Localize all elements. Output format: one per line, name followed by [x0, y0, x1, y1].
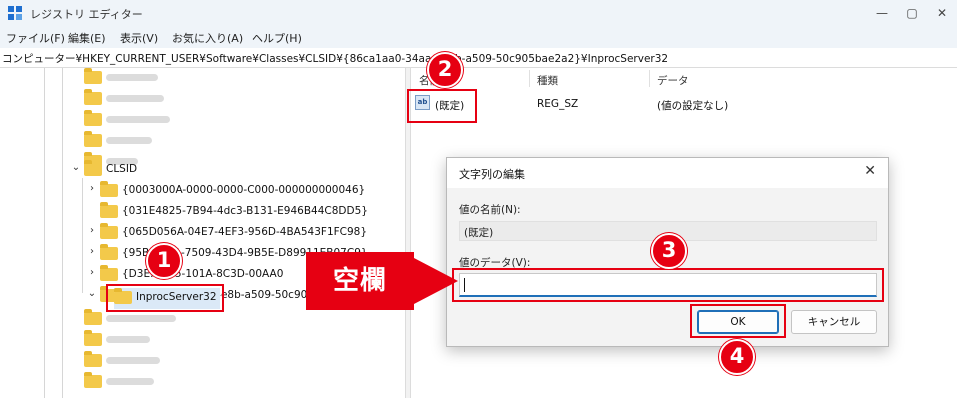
- tree-guide-line: [62, 68, 63, 398]
- menu-edit[interactable]: 編集(E): [68, 30, 106, 46]
- address-path[interactable]: コンピューター¥HKEY_CURRENT_USER¥Software¥Class…: [2, 51, 668, 66]
- chevron-right-icon[interactable]: ›: [86, 183, 98, 194]
- chevron-right-icon[interactable]: ›: [86, 225, 98, 236]
- tree-label-key: {0003000A-0000-0000-C000-000000000046}: [122, 184, 366, 196]
- column-header-type[interactable]: 種類: [537, 73, 558, 88]
- step-badge-3: 3: [651, 233, 687, 269]
- menu-help[interactable]: ヘルプ(H): [252, 30, 302, 46]
- key-tree-pane[interactable]: ⌄ CLSID › {0003000A-0000-0000-C000-00000…: [0, 68, 405, 398]
- value-type-cell: REG_SZ: [537, 98, 579, 110]
- blurred-label: [106, 137, 152, 144]
- menu-view[interactable]: 表示(V): [120, 30, 158, 46]
- registry-editor-icon: [8, 6, 22, 20]
- highlight-default-value: [407, 89, 477, 123]
- menu-file[interactable]: ファイル(F): [6, 30, 65, 46]
- chevron-right-icon[interactable]: ›: [86, 267, 98, 278]
- cancel-button[interactable]: キャンセル: [791, 310, 877, 334]
- highlight-data-field: [452, 268, 884, 302]
- folder-icon: [100, 223, 118, 239]
- close-window-icon[interactable]: ✕: [933, 4, 951, 22]
- folder-icon: [84, 351, 102, 367]
- step-badge-1: 1: [146, 243, 182, 279]
- folder-icon: [84, 372, 102, 388]
- folder-icon: [100, 181, 118, 197]
- column-divider[interactable]: [649, 70, 650, 87]
- chevron-down-icon[interactable]: ⌄: [70, 162, 82, 173]
- folder-icon: [84, 160, 102, 176]
- tree-guide-line: [82, 178, 83, 293]
- column-divider[interactable]: [529, 70, 530, 87]
- tree-label-key: {031E4825-7B94-4dc3-B131-E946B44C8DD5}: [122, 205, 368, 217]
- address-bar[interactable]: コンピューター¥HKEY_CURRENT_USER¥Software¥Class…: [0, 48, 957, 68]
- dialog-title: 文字列の編集: [459, 168, 525, 181]
- tree-label-key: {065D056A-04E7-4EF3-956D-4BA543F1FC98}: [122, 226, 368, 238]
- step-badge-4: 4: [719, 339, 755, 375]
- column-header-data[interactable]: データ: [657, 73, 689, 88]
- blurred-label: [106, 116, 170, 123]
- blank-field-callout: 空欄: [306, 252, 414, 310]
- tree-label-key: {D3E...D75-101A-8C3D-00AA0: [122, 268, 284, 280]
- folder-icon: [84, 131, 102, 147]
- folder-icon: [100, 202, 118, 218]
- folder-icon: [84, 68, 102, 84]
- title-bar: レジストリ エディター — ▢ ✕: [0, 0, 957, 26]
- blurred-label: [106, 357, 160, 364]
- blurred-label: [106, 336, 150, 343]
- folder-icon: [100, 265, 118, 281]
- blurred-label: [106, 378, 154, 385]
- folder-icon: [84, 309, 102, 325]
- folder-icon: [84, 110, 102, 126]
- callout-arrow-icon: [414, 258, 458, 304]
- highlight-ok-button: [690, 304, 786, 338]
- blurred-label: [106, 74, 158, 81]
- menu-favorites[interactable]: お気に入り(A): [172, 30, 243, 46]
- tree-label-clsid: CLSID: [106, 163, 138, 175]
- highlight-inprocserver32: [106, 284, 224, 312]
- value-name-label: 値の名前(N):: [459, 204, 521, 216]
- blurred-label: [106, 315, 176, 322]
- chevron-right-icon[interactable]: ›: [86, 246, 98, 257]
- chevron-down-icon[interactable]: ⌄: [86, 288, 98, 299]
- blurred-label: [106, 95, 164, 102]
- close-icon[interactable]: ✕: [864, 163, 876, 179]
- maximize-icon[interactable]: ▢: [903, 4, 921, 22]
- dialog-title-bar: 文字列の編集 ✕: [447, 158, 888, 188]
- value-data-cell: (値の設定なし): [657, 100, 729, 112]
- window-title: レジストリ エディター: [30, 8, 143, 21]
- minimize-icon[interactable]: —: [873, 4, 891, 22]
- folder-icon: [84, 330, 102, 346]
- folder-icon: [100, 244, 118, 260]
- tree-guide-line: [44, 68, 45, 398]
- step-badge-2: 2: [427, 52, 463, 88]
- folder-icon: [84, 89, 102, 105]
- menu-bar: ファイル(F) 編集(E) 表示(V) お気に入り(A) ヘルプ(H): [0, 26, 957, 48]
